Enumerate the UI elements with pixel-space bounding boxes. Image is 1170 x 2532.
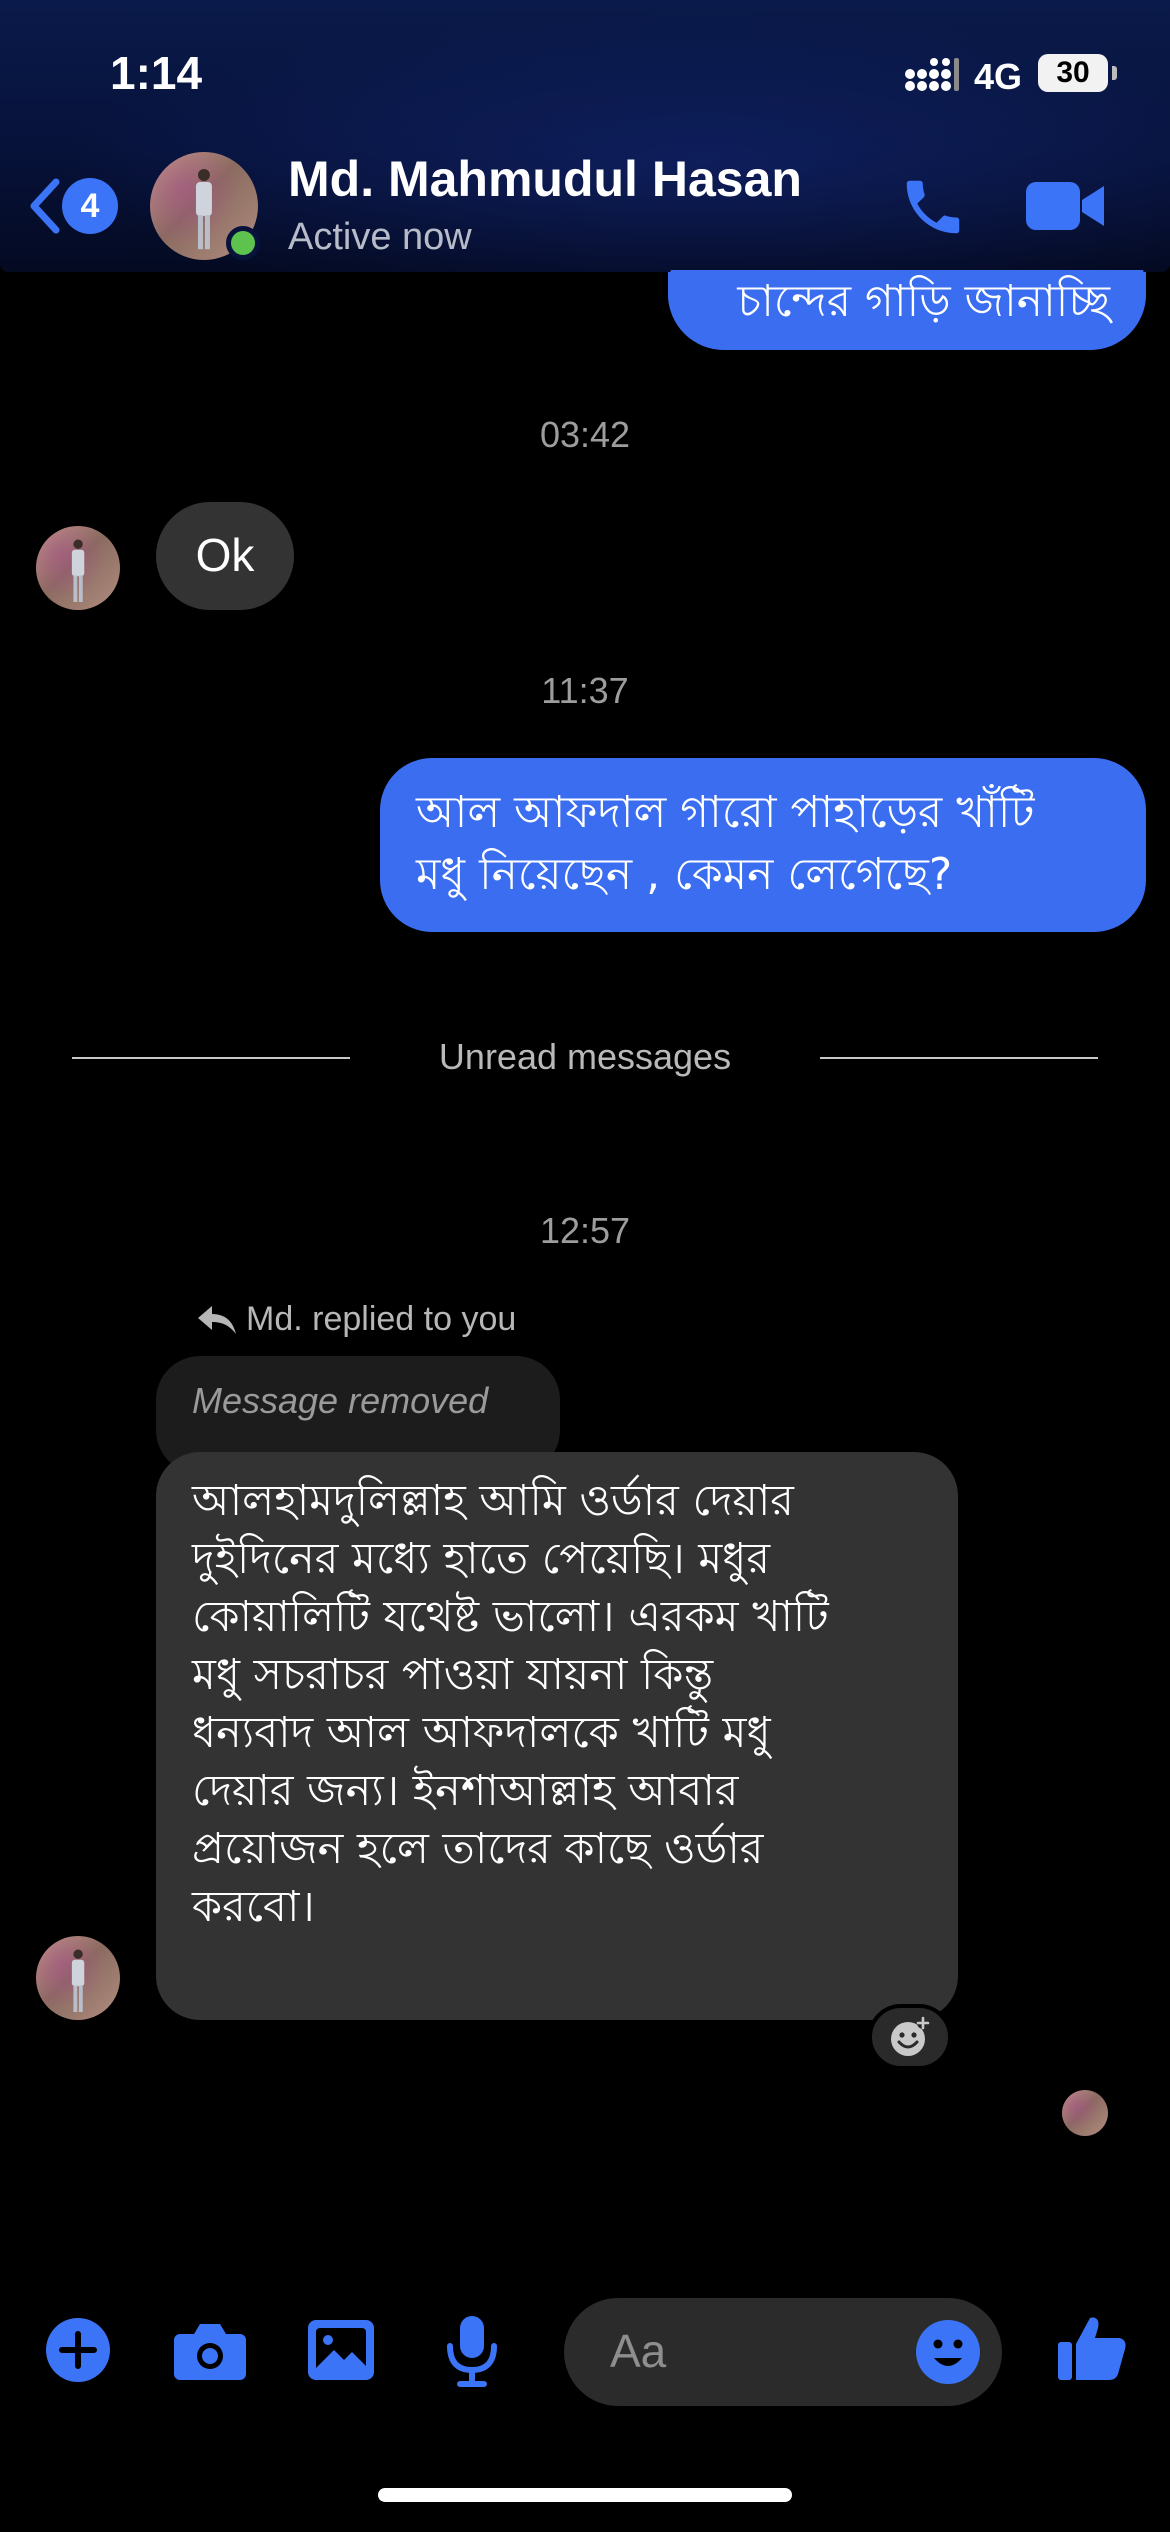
unread-messages-divider: Unread messages: [438, 1036, 732, 1077]
seen-avatar: [1062, 2090, 1108, 2136]
microphone-icon[interactable]: [444, 2314, 500, 2388]
message-line: দুইদিনের মধ্যে হাতে পেয়েছি। মধুর: [192, 1534, 771, 1584]
replied-label: Md. replied to you: [246, 1300, 516, 1339]
timestamp: 11:37: [541, 670, 629, 711]
add-reaction-button[interactable]: [868, 2004, 952, 2070]
reply-arrow-icon: [198, 1306, 236, 1334]
message-line: আলহামদুলিল্লাহ আমি ওর্ডার দেয়ার: [192, 1476, 794, 1526]
timestamp: 03:42: [539, 414, 631, 455]
signal-icon-top: [905, 58, 959, 91]
plus-icon[interactable]: [44, 2316, 112, 2384]
message-line: প্রয়োজন হলে তাদের কাছে ওর্ডার: [192, 1824, 764, 1874]
incoming-message[interactable]: Ok: [156, 502, 294, 610]
unread-count-badge-top[interactable]: 4: [62, 178, 118, 234]
camera-icon[interactable]: [172, 2318, 248, 2382]
call-button[interactable]: [898, 172, 968, 242]
message-line: করবো।: [192, 1882, 315, 1932]
network-type-top: 4G: [974, 56, 1023, 97]
sender-avatar[interactable]: [36, 526, 120, 610]
message-line: মধু সচরাচর পাওয়া যায়না কিন্তু: [192, 1650, 714, 1700]
home-indicator: [378, 2488, 792, 2502]
battery-indicator-top: 30: [1038, 54, 1108, 92]
message-text-partial: চান্দের গাড়ি জানাচ্ছি: [737, 276, 1110, 327]
sender-avatar[interactable]: [36, 1936, 120, 2020]
thumbs-up-icon[interactable]: [1056, 2312, 1128, 2384]
message-line: দেয়ার জন্য। ইনশাআল্লাহ আবার: [192, 1766, 739, 1816]
incoming-long-message[interactable]: আলহামদুলিল্লাহ আমি ওর্ডার দেয়ার দুইদিনে…: [156, 1452, 958, 2020]
removed-text: Message removed: [192, 1380, 489, 1421]
add-reaction-icon: [891, 2016, 930, 2056]
message-line: আল আফদাল গারো পাহাড়ের খাঁটি: [416, 787, 1035, 838]
replied-text: Md. replied to you: [246, 1300, 517, 1338]
timestamp: 12:57: [539, 1210, 631, 1251]
outgoing-message[interactable]: আল আফদাল গারো পাহাড়ের খাঁটি মধু নিয়েছে…: [380, 758, 1146, 932]
message-line: মধু নিয়েছেন , কেমন লেগেছে?: [416, 849, 953, 900]
contact-status-top: Active now: [288, 216, 472, 258]
smiley-icon[interactable]: [914, 2318, 982, 2386]
back-button[interactable]: [26, 176, 66, 236]
online-indicator-top: [226, 226, 260, 260]
video-call-button[interactable]: [1024, 176, 1108, 236]
battery-tip-top: [1112, 66, 1117, 80]
outgoing-message-partial-visible[interactable]: চান্দের গাড়ি জানাচ্ছি: [668, 272, 1146, 350]
image-icon[interactable]: [306, 2318, 376, 2382]
contact-name-top[interactable]: Md. Mahmudul Hasan: [288, 150, 802, 208]
message-text: Ok: [195, 529, 255, 581]
status-time-top: 1:14: [110, 47, 203, 99]
message-line: ধন্যবাদ আল আফদালকে খাটি মধু: [192, 1708, 771, 1758]
message-input-placeholder: Aa: [610, 2325, 667, 2377]
message-line: কোয়ালিটি যথেষ্ট ভালো। এরকম খাটি: [192, 1592, 829, 1642]
